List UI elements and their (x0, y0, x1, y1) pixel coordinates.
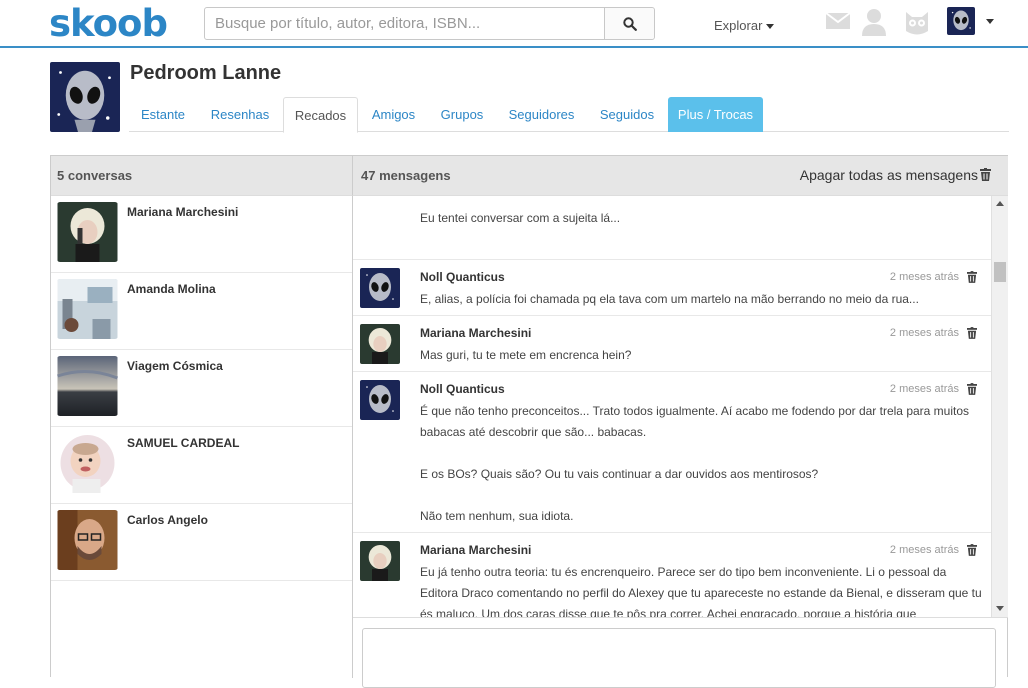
message-time: 2 meses atrás (889, 383, 959, 395)
conversation-item[interactable]: SAMUEL CARDEAL (51, 427, 352, 504)
scroll-thumb[interactable] (994, 262, 1006, 282)
trash-icon[interactable] (967, 383, 977, 395)
conversation-name: SAMUEL CARDEAL (127, 436, 240, 450)
conversation-item[interactable]: Viagem Cósmica (51, 350, 352, 427)
conversation-item[interactable]: Carlos Angelo (51, 504, 352, 581)
profile-name: Pedroom Lanne (130, 62, 282, 84)
avatar (57, 279, 118, 339)
message-text: E, alias, a polícia foi chamada pq ela t… (420, 292, 919, 306)
alien-avatar (360, 268, 400, 308)
messages-count: 47 mensagens (361, 168, 451, 183)
scroll-down-icon[interactable] (996, 606, 1004, 611)
message-list: carro. Conversamos e ficou tudo bem. Hoj… (353, 196, 991, 617)
messages-header: 47 mensagens Apagar todas as mensagens (352, 156, 1008, 196)
user-menu-caret-icon[interactable] (986, 19, 994, 24)
message-text: Eu já tenho outra teoria: tu és encrenqu… (420, 565, 982, 617)
search-icon (623, 17, 637, 31)
trash-icon[interactable] (967, 327, 977, 339)
message-author[interactable]: Mariana Marchesini (420, 326, 531, 340)
tab-resenhas[interactable]: Resenhas (201, 97, 279, 132)
avatar[interactable] (360, 541, 400, 581)
message-time: 2 meses atrás (889, 271, 959, 283)
search-input[interactable] (205, 8, 605, 39)
avatar (57, 510, 118, 570)
caret-down-icon (766, 24, 775, 30)
user-avatar-menu[interactable] (947, 7, 975, 35)
conversation-list: Mariana Marchesini Amanda Molina Viagem … (51, 196, 352, 678)
delete-all-button[interactable]: Apagar todas as mensagens (800, 167, 978, 183)
owl-icon[interactable] (903, 9, 931, 37)
avatar[interactable] (360, 380, 400, 420)
conversation-item[interactable]: Amanda Molina (51, 273, 352, 350)
message-author[interactable]: Noll Quanticus (420, 382, 505, 396)
skoob-logo[interactable]: skoob (49, 2, 168, 45)
message-item: Noll Quanticus 2 meses atrás É que não t… (353, 372, 991, 533)
tab-recados[interactable]: Recados (283, 97, 358, 133)
message-text: Mas guri, tu te mete em encrenca hein? (420, 348, 632, 362)
avatar[interactable] (360, 268, 400, 308)
messages-panel: 5 conversas 47 mensagens Apagar todas as… (50, 155, 1008, 688)
tab-seguidos[interactable]: Seguidos (589, 97, 665, 132)
avatar (57, 356, 118, 416)
alien-avatar (947, 7, 975, 35)
explore-label: Explorar (714, 18, 763, 33)
conversation-name: Amanda Molina (127, 282, 216, 296)
message-time: 2 meses atrás (889, 544, 959, 556)
alien-avatar (360, 380, 400, 420)
profile-tabs: Estante Resenhas Recados Amigos Grupos S… (129, 97, 1009, 133)
message-input[interactable] (362, 628, 996, 688)
avatar[interactable] (360, 324, 400, 364)
conversation-name: Viagem Cósmica (127, 359, 223, 373)
tab-seguidores[interactable]: Seguidores (498, 97, 585, 132)
message-item: Mariana Marchesini 2 meses atrás Eu já t… (353, 533, 991, 617)
conversation-name: Carlos Angelo (127, 513, 208, 527)
conversations-header: 5 conversas (51, 156, 352, 196)
trash-icon[interactable] (967, 271, 977, 283)
tab-plus-trocas[interactable]: Plus / Trocas (668, 97, 763, 132)
conversation-name: Mariana Marchesini (127, 205, 239, 219)
avatar (57, 202, 118, 262)
alien-avatar (50, 62, 120, 132)
message-item: Mariana Marchesini 2 meses atrás Mas gur… (353, 316, 991, 372)
explore-menu[interactable]: Explorar (714, 18, 775, 33)
message-text: É que não tenho preconceitos... Trato to… (420, 404, 970, 523)
tab-amigos[interactable]: Amigos (361, 97, 426, 132)
message-text: carro. Conversamos e ficou tudo bem. Hoj… (420, 211, 621, 225)
person-icon[interactable] (860, 7, 888, 36)
tab-grupos[interactable]: Grupos (430, 97, 494, 132)
avatar (57, 433, 118, 493)
message-author[interactable]: Mariana Marchesini (420, 543, 531, 557)
search-button[interactable] (604, 8, 654, 39)
conversation-item[interactable]: Mariana Marchesini (51, 196, 352, 273)
profile-avatar[interactable] (50, 62, 120, 132)
message-author[interactable]: Noll Quanticus (420, 270, 505, 284)
message-time: 2 meses atrás (889, 327, 959, 339)
mail-icon[interactable] (825, 11, 853, 39)
tab-estante[interactable]: Estante (129, 97, 197, 132)
message-item: carro. Conversamos e ficou tudo bem. Hoj… (353, 196, 991, 260)
trash-icon[interactable] (980, 168, 991, 181)
top-bar: skoob Explorar (0, 0, 1028, 48)
message-item: Noll Quanticus 2 meses atrás E, alias, a… (353, 260, 991, 316)
search-box (204, 7, 655, 40)
trash-icon[interactable] (967, 544, 977, 556)
message-scrollbar[interactable] (991, 196, 1008, 617)
scroll-up-icon[interactable] (996, 201, 1004, 206)
compose-area (353, 617, 1008, 688)
